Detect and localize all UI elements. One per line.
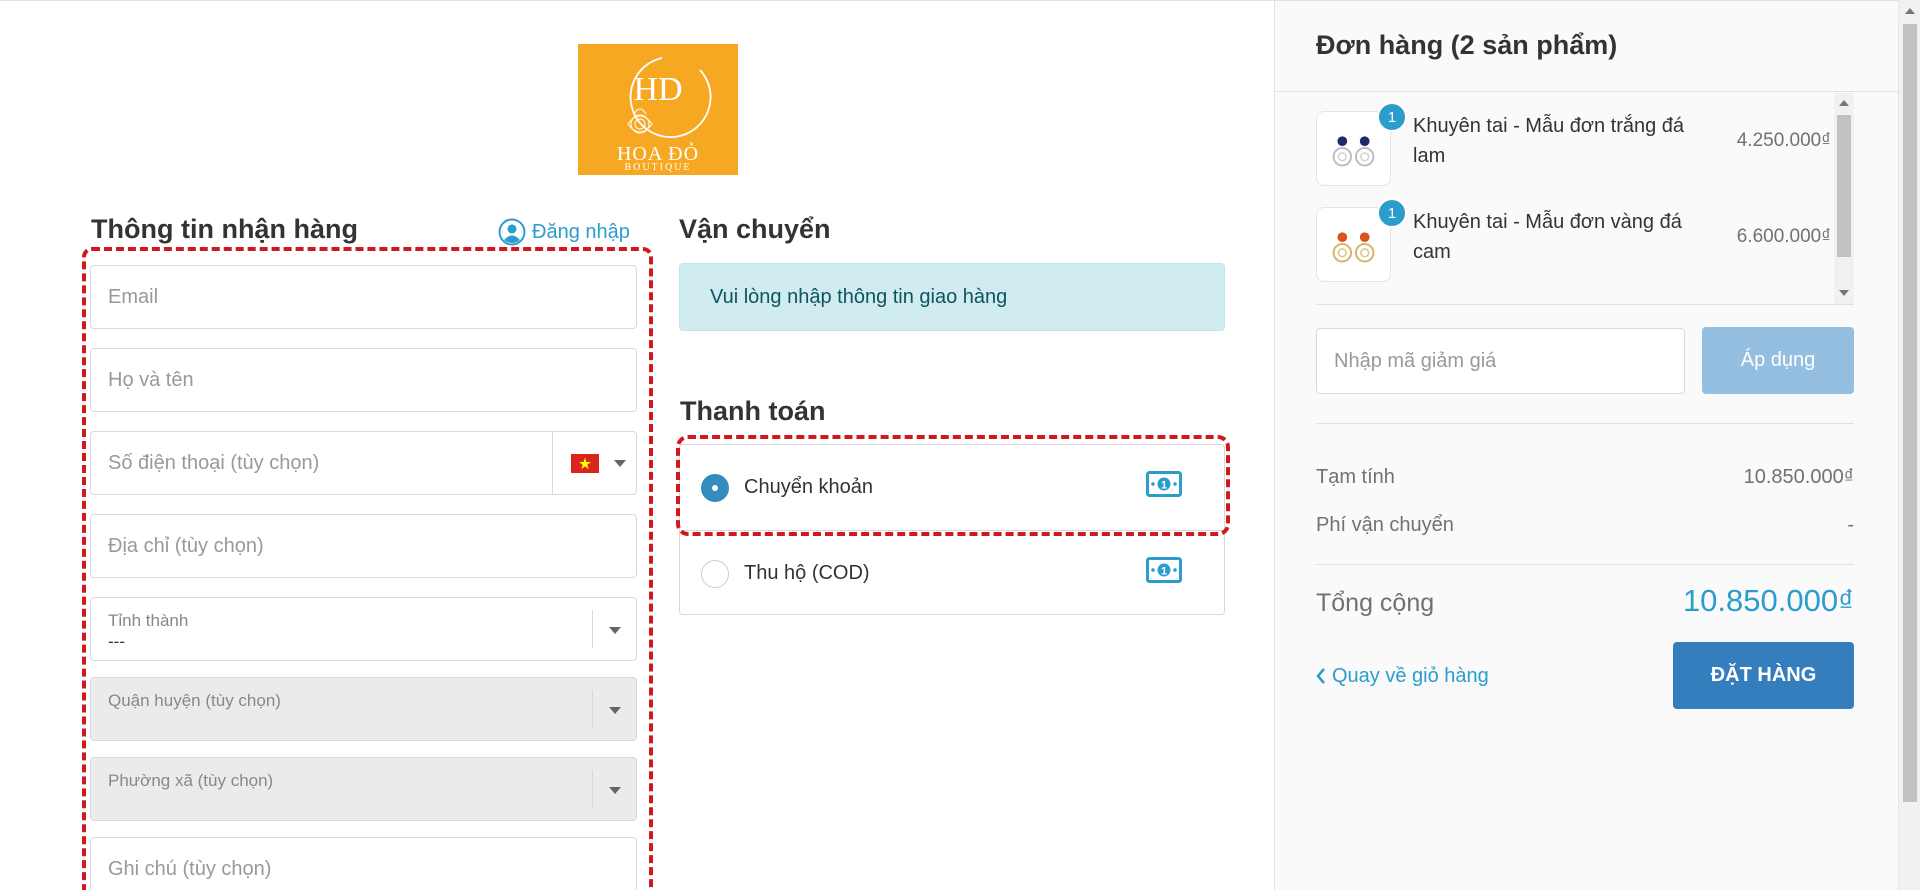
payment-option-transfer[interactable]: Chuyển khoản 1 xyxy=(680,445,1224,530)
province-select[interactable]: Tỉnh thành --- xyxy=(90,597,637,661)
district-label: Quận huyện (tùy chọn) xyxy=(108,691,281,710)
country-code-select[interactable] xyxy=(552,432,636,494)
vietnam-flag-icon xyxy=(571,454,599,473)
payment-option-cod[interactable]: Thu hộ (COD) 1 xyxy=(680,530,1224,615)
payment-option-label: Chuyển khoản xyxy=(744,476,873,498)
payment-title: Thanh toán xyxy=(680,396,826,426)
chevron-left-icon xyxy=(1316,668,1325,684)
shipping-fee-row: Phí vận chuyển - xyxy=(1316,514,1854,544)
discount-code-input[interactable]: Nhập mã giảm giá xyxy=(1316,328,1685,394)
cash-icon: 1 xyxy=(1146,557,1182,583)
subtotal-row: Tạm tính 10.850.000₫ xyxy=(1316,466,1854,496)
chevron-down-icon xyxy=(609,627,621,634)
login-label: Đăng nhập xyxy=(532,220,630,243)
province-label: Tỉnh thành xyxy=(108,611,189,630)
shipping-title: Vận chuyển xyxy=(679,214,831,244)
address-placeholder: Địa chỉ (tùy chọn) xyxy=(108,534,264,557)
product-name: Khuyên tai - Mẫu đơn trắng đá lam xyxy=(1413,115,1685,167)
svg-text:1: 1 xyxy=(1161,480,1167,492)
email-placeholder: Email xyxy=(108,285,159,308)
checkout-main: HD HOA ĐỎ BOUTIQUE Thông tin nhận hàng Đ… xyxy=(0,0,1274,890)
address-field[interactable]: Địa chỉ (tùy chọn) xyxy=(90,514,637,578)
shipping-fee-label: Phí vận chuyển xyxy=(1316,514,1454,536)
shipping-info-title: Thông tin nhận hàng xyxy=(91,214,358,244)
scrollbar-thumb[interactable] xyxy=(1837,115,1851,257)
chevron-down-icon xyxy=(614,460,626,467)
scroll-up-icon[interactable] xyxy=(1839,100,1849,106)
product-list-scrollbar[interactable] xyxy=(1834,93,1854,304)
scroll-up-icon[interactable] xyxy=(1905,8,1915,14)
order-summary-header: Đơn hàng (2 sản phẩm) xyxy=(1275,1,1898,92)
select-divider xyxy=(592,610,593,648)
quantity-badge: 1 xyxy=(1377,102,1407,132)
login-link[interactable]: Đăng nhập xyxy=(498,217,630,247)
payment-option-label: Thu hộ (COD) xyxy=(744,561,870,584)
cash-icon: 1 xyxy=(1146,471,1182,497)
product-item: 1 Khuyên tai - Mẫu đơn trắng đá lam 4.25… xyxy=(1316,93,1831,189)
ward-select[interactable]: Phường xã (tùy chọn) xyxy=(90,757,637,821)
province-value: --- xyxy=(108,632,125,651)
chevron-down-icon xyxy=(609,707,621,714)
select-divider xyxy=(592,770,593,808)
product-list[interactable]: 1 Khuyên tai - Mẫu đơn trắng đá lam 4.25… xyxy=(1316,93,1854,305)
divider xyxy=(1316,564,1854,565)
subtotal-label: Tạm tính xyxy=(1316,466,1395,488)
logo-subtitle: BOUTIQUE xyxy=(624,162,692,173)
payment-options: Chuyển khoản 1 Thu hộ (COD) 1 xyxy=(679,444,1225,615)
total-label: Tổng cộng xyxy=(1316,589,1435,617)
divider xyxy=(1316,423,1854,424)
total-value: 10.850.000₫ xyxy=(1682,583,1854,618)
apply-discount-button[interactable]: Áp dụng xyxy=(1702,327,1854,394)
discount-placeholder: Nhập mã giảm giá xyxy=(1334,349,1497,372)
product-price: 6.600.000₫ xyxy=(1736,226,1831,247)
scrollbar-thumb[interactable] xyxy=(1903,24,1917,802)
page-scrollbar[interactable] xyxy=(1898,0,1920,890)
order-title: Đơn hàng (2 sản phẩm) xyxy=(1316,30,1618,60)
phone-field[interactable]: Số điện thoại (tùy chọn) xyxy=(90,431,637,495)
note-field[interactable]: Ghi chú (tùy chọn) xyxy=(90,837,637,890)
quantity-badge: 1 xyxy=(1377,198,1407,228)
product-item: 1 Khuyên tai - Mẫu đơn vàng đá cam 6.600… xyxy=(1316,189,1831,285)
user-icon xyxy=(498,218,526,246)
full-name-field[interactable]: Họ và tên xyxy=(90,348,637,412)
product-price: 4.250.000₫ xyxy=(1736,130,1831,151)
logo-monogram: HD xyxy=(633,71,682,108)
chevron-down-icon xyxy=(609,787,621,794)
shipping-fee-value: - xyxy=(1847,514,1854,536)
district-select[interactable]: Quận huyện (tùy chọn) xyxy=(90,677,637,741)
email-field[interactable]: Email xyxy=(90,265,637,329)
ward-label: Phường xã (tùy chọn) xyxy=(108,771,274,790)
svg-text:1: 1 xyxy=(1161,566,1167,578)
order-summary: Đơn hàng (2 sản phẩm) 1 Khuyên tai - Mẫu… xyxy=(1274,0,1898,890)
radio-unselected[interactable] xyxy=(701,560,729,588)
select-divider xyxy=(592,690,593,728)
place-order-button[interactable]: ĐẶT HÀNG xyxy=(1673,642,1854,709)
store-logo[interactable]: HD HOA ĐỎ BOUTIQUE xyxy=(578,44,738,175)
shipping-alert: Vui lòng nhập thông tin giao hàng xyxy=(679,263,1225,331)
scroll-down-icon[interactable] xyxy=(1839,290,1849,296)
back-to-cart-link[interactable]: Quay về giỏ hàng xyxy=(1316,661,1489,691)
subtotal-value: 10.850.000₫ xyxy=(1743,466,1854,488)
phone-placeholder: Số điện thoại (tùy chọn) xyxy=(108,451,320,474)
back-to-cart-label: Quay về giỏ hàng xyxy=(1332,664,1489,687)
total-row: Tổng cộng 10.850.000₫ xyxy=(1316,581,1854,625)
product-name: Khuyên tai - Mẫu đơn vàng đá cam xyxy=(1413,211,1682,263)
radio-selected[interactable] xyxy=(701,474,729,502)
note-placeholder: Ghi chú (tùy chọn) xyxy=(108,857,272,880)
full-name-placeholder: Họ và tên xyxy=(108,368,194,391)
